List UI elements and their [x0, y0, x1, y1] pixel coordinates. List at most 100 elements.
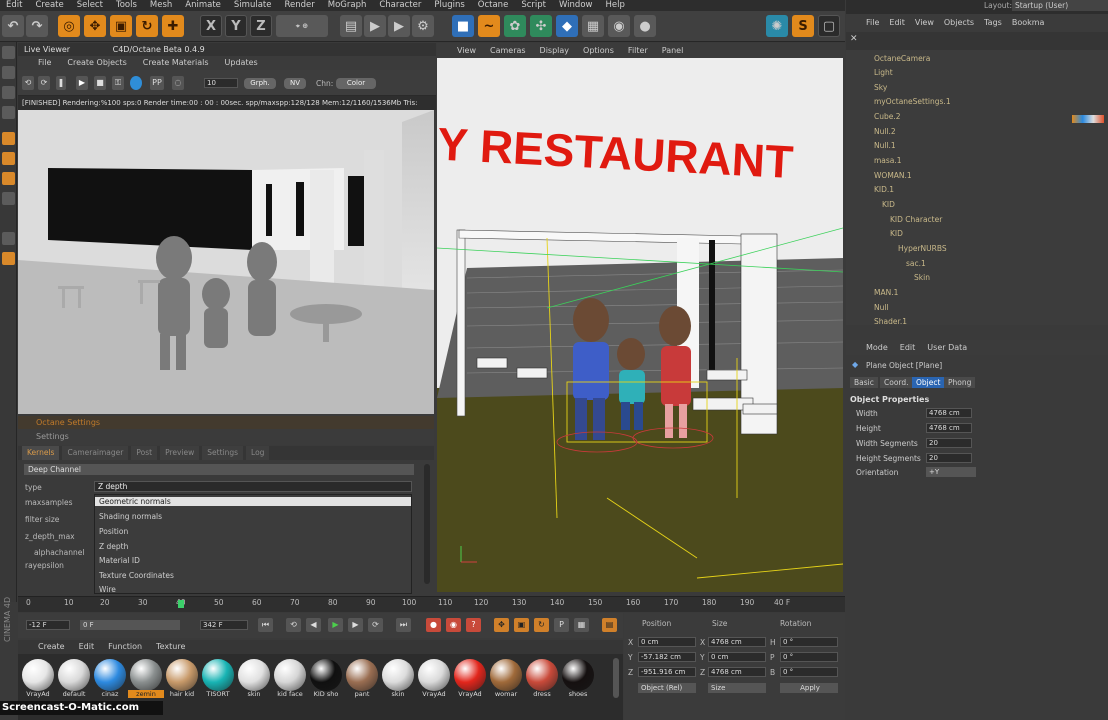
object-row[interactable]: masa.1: [846, 154, 1108, 168]
object-row[interactable]: Skin: [846, 271, 1108, 285]
light-icon[interactable]: ●: [634, 15, 656, 37]
menu-edit[interactable]: Edit: [6, 0, 22, 11]
texture-mode-icon[interactable]: [2, 86, 15, 99]
om-menu-view[interactable]: View: [915, 14, 934, 32]
tab-post[interactable]: Post: [131, 446, 158, 460]
vp-menu-display[interactable]: Display: [540, 43, 570, 58]
nv-button[interactable]: NV: [284, 78, 306, 89]
x-axis-icon[interactable]: X: [200, 15, 222, 37]
tab-settings[interactable]: Settings: [202, 446, 244, 460]
z-axis-icon[interactable]: Z: [250, 15, 272, 37]
material-swatch[interactable]: [490, 659, 522, 691]
apply-button[interactable]: Apply: [780, 683, 838, 693]
deformer-icon[interactable]: ◆: [556, 15, 578, 37]
position-y-field[interactable]: -57.182 cm: [638, 652, 696, 662]
record-icon[interactable]: ●: [426, 618, 441, 632]
cube-icon[interactable]: ■: [452, 15, 474, 37]
go-to-start-icon[interactable]: ⏮: [258, 618, 273, 632]
material-swatch[interactable]: [58, 659, 90, 691]
material-swatch[interactable]: [166, 659, 198, 691]
material-swatch[interactable]: [130, 659, 162, 691]
clapboard-icon[interactable]: ▤: [340, 15, 362, 37]
material-swatch[interactable]: [454, 659, 486, 691]
lv-menu-file[interactable]: File: [38, 56, 51, 70]
material-swatch[interactable]: [22, 659, 54, 691]
tab-cameraimager[interactable]: Cameraimager: [62, 446, 129, 460]
play-forward-icon[interactable]: ▶: [328, 618, 343, 632]
magnet-icon[interactable]: [2, 232, 15, 245]
globe-icon[interactable]: [130, 76, 142, 90]
object-row[interactable]: Cube.2: [846, 110, 1108, 124]
key-scale-icon[interactable]: ▣: [514, 618, 529, 632]
kernel-select[interactable]: Deep Channel: [24, 464, 414, 475]
next-key-icon[interactable]: ⟳: [368, 618, 383, 632]
object-row[interactable]: myOctaneSettings.1: [846, 95, 1108, 109]
sculpt-icon[interactable]: [2, 252, 15, 265]
object-row[interactable]: KID Character: [846, 213, 1108, 227]
make-editable-icon[interactable]: [2, 46, 15, 59]
mat-menu-create[interactable]: Create: [38, 640, 65, 654]
vp-menu-view[interactable]: View: [457, 43, 476, 58]
menu-help[interactable]: Help: [605, 0, 624, 11]
frame-field[interactable]: 10: [204, 78, 238, 88]
om-menu-tags[interactable]: Tags: [984, 14, 1002, 32]
option-geometric-normals[interactable]: Geometric normals: [95, 497, 411, 506]
vp-menu-options[interactable]: Options: [583, 43, 614, 58]
material-swatch[interactable]: [382, 659, 414, 691]
menu-animate[interactable]: Animate: [185, 0, 221, 11]
object-row[interactable]: Null: [846, 301, 1108, 315]
option-z-depth[interactable]: Z depth: [99, 542, 128, 551]
attr-menu-user-data[interactable]: User Data: [927, 340, 967, 355]
option-shading-normals[interactable]: Shading normals: [99, 512, 162, 521]
vp-menu-cameras[interactable]: Cameras: [490, 43, 526, 58]
materials-scrollbar[interactable]: [613, 658, 619, 698]
graph-button[interactable]: Grph.: [244, 78, 276, 89]
move-icon[interactable]: ✥: [84, 15, 106, 37]
object-row[interactable]: sac.1: [846, 257, 1108, 271]
python-icon[interactable]: ✺: [766, 15, 788, 37]
layout-select[interactable]: Startup (User): [1012, 0, 1108, 11]
om-menu-edit[interactable]: Edit: [889, 14, 905, 32]
mat-menu-edit[interactable]: Edit: [79, 640, 95, 654]
playhead[interactable]: [178, 600, 184, 608]
prop-height-field[interactable]: 4768 cm: [926, 423, 972, 433]
mat-menu-function[interactable]: Function: [108, 640, 142, 654]
spline-icon[interactable]: ~: [478, 15, 500, 37]
rotation-h-field[interactable]: 0 °: [780, 637, 838, 647]
pp-icon[interactable]: PP: [150, 76, 164, 90]
object-row[interactable]: KID: [846, 198, 1108, 212]
menu-mesh[interactable]: Mesh: [150, 0, 172, 11]
option-wire[interactable]: Wire: [99, 585, 116, 594]
render-picture-icon[interactable]: ▶: [388, 15, 410, 37]
lock-icon[interactable]: ⚿: [112, 76, 124, 90]
material-swatch[interactable]: [346, 659, 378, 691]
material-swatch[interactable]: [94, 659, 126, 691]
material-swatch[interactable]: [418, 659, 450, 691]
snap-icon[interactable]: [2, 192, 15, 205]
key-position-icon[interactable]: ✥: [494, 618, 509, 632]
previous-key-icon[interactable]: ⟲: [286, 618, 301, 632]
material-swatch[interactable]: [526, 659, 558, 691]
object-row[interactable]: KID: [846, 227, 1108, 241]
window-icon[interactable]: ▢: [818, 15, 840, 37]
rotation-p-field[interactable]: 0 °: [780, 652, 838, 662]
stop-icon[interactable]: ■: [94, 76, 106, 90]
restart-icon[interactable]: ⟳: [38, 76, 50, 90]
timeline[interactable]: 0 10 20 30 40 50 60 70 80 90 100 110 120…: [18, 596, 845, 612]
rotation-b-field[interactable]: 0 °: [780, 667, 838, 677]
attr-menu-edit[interactable]: Edit: [900, 340, 916, 355]
polygons-mode-icon[interactable]: [2, 172, 15, 185]
play-icon[interactable]: ▶: [76, 76, 88, 90]
mat-menu-texture[interactable]: Texture: [156, 640, 185, 654]
pause-icon[interactable]: ❚: [56, 76, 66, 90]
attr-tab-coord[interactable]: Coord.: [880, 377, 913, 388]
prop-width-segments-field[interactable]: 20: [926, 438, 972, 448]
render-preview[interactable]: [18, 110, 434, 414]
om-menu-bookmarks[interactable]: Bookma: [1012, 14, 1045, 32]
key-parameter-icon[interactable]: P: [554, 618, 569, 632]
menu-mograph[interactable]: MoGraph: [328, 0, 367, 11]
lv-menu-create-objects[interactable]: Create Objects: [67, 56, 126, 70]
menu-window[interactable]: Window: [559, 0, 593, 11]
camera-icon[interactable]: ◉: [608, 15, 630, 37]
live-selection-icon[interactable]: ◎: [58, 15, 80, 37]
